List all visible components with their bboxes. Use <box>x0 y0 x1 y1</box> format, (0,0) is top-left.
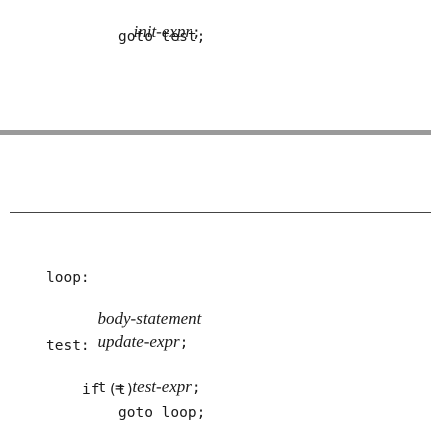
test-label: test: <box>46 338 90 354</box>
thin-separator <box>10 212 431 213</box>
loop-label: loop: <box>46 270 90 286</box>
if-line: if (t) <box>82 382 135 398</box>
goto-test-line: goto test; <box>118 29 206 45</box>
test-expr-text: test-expr <box>132 377 192 396</box>
goto-loop-line: goto loop; <box>118 405 206 421</box>
update-expr-text: update-expr <box>97 332 180 351</box>
test-expr-semicolon: ; <box>191 380 201 396</box>
code-page: init-expr; goto test; loop: body-stateme… <box>0 0 431 429</box>
update-expr-semicolon: ; <box>179 335 189 351</box>
thick-separator <box>0 130 431 135</box>
